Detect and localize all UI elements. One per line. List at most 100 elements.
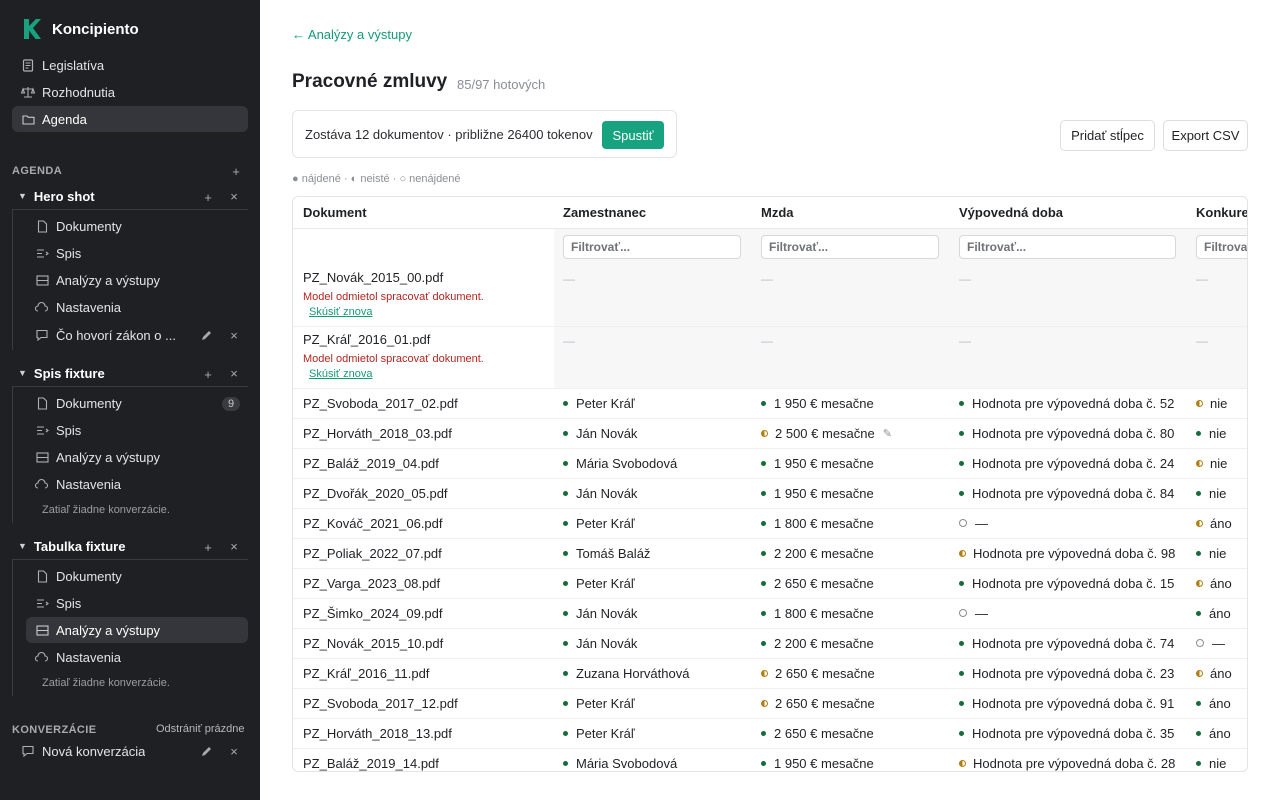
non-compete-cell[interactable]: nie xyxy=(1196,478,1226,508)
wage-cell[interactable]: 2 650 € mesačne xyxy=(761,688,875,718)
non-compete-cell[interactable]: nie xyxy=(1196,418,1226,448)
column-header-vypovedna-doba[interactable]: Výpovedná doba xyxy=(959,197,1063,228)
group-item-dokumenty[interactable]: Dokumenty xyxy=(26,390,248,416)
add-button[interactable]: + xyxy=(201,540,215,555)
nav-agenda[interactable]: Agenda xyxy=(12,106,248,132)
nav-legislativa[interactable]: Legislatíva xyxy=(12,52,248,78)
non-compete-cell[interactable]: nie xyxy=(1196,448,1227,478)
employee-cell[interactable]: Peter Kráľ xyxy=(563,388,635,418)
document-name[interactable]: PZ_Kráľ_2016_11.pdf xyxy=(303,658,429,688)
wage-cell[interactable]: 2 200 € mesačne xyxy=(761,538,874,568)
close-button[interactable]: × xyxy=(227,539,241,554)
group-item-nastavenia[interactable]: Nastavenia xyxy=(26,471,248,497)
remove-empty-button[interactable]: Odstrániť prázdne xyxy=(156,723,245,735)
document-name[interactable]: PZ_Horváth_2018_03.pdf xyxy=(303,418,452,448)
non-compete-cell[interactable]: — xyxy=(1196,628,1225,658)
column-header-mzda[interactable]: Mzda xyxy=(761,197,794,228)
retry-link[interactable]: Skúsiť znova xyxy=(309,368,372,380)
employee-cell[interactable]: Ján Novák xyxy=(563,628,637,658)
non-compete-cell[interactable]: nie xyxy=(1196,388,1227,418)
group-item-spis[interactable]: Spis xyxy=(26,240,248,266)
non-compete-cell[interactable]: áno xyxy=(1196,718,1231,748)
document-name[interactable]: PZ_Kráľ_2016_01.pdf xyxy=(303,332,430,347)
back-link[interactable]: ← Analýzy a výstupy xyxy=(292,27,412,42)
document-name[interactable]: PZ_Baláž_2019_04.pdf xyxy=(303,448,439,478)
add-button[interactable]: + xyxy=(201,190,215,205)
group-item-nastavenia[interactable]: Nastavenia xyxy=(26,644,248,670)
column-header-dokument[interactable]: Dokument xyxy=(303,197,367,228)
notice-period-cell[interactable]: Hodnota pre výpovedná doba č. 24 xyxy=(959,448,1174,478)
run-button[interactable]: Spustiť xyxy=(602,121,664,149)
close-button[interactable]: × xyxy=(227,744,241,759)
group-item-analyzy[interactable]: Analýzy a výstupy xyxy=(26,617,248,643)
notice-period-cell[interactable]: Hodnota pre výpovedná doba č. 91 xyxy=(959,688,1174,718)
document-name[interactable]: PZ_Novák_2015_10.pdf xyxy=(303,628,443,658)
group-hero-shot[interactable]: ▼ Hero shot xyxy=(18,186,95,206)
wage-cell[interactable]: 1 950 € mesačne xyxy=(761,448,874,478)
group-item-dokumenty[interactable]: Dokumenty xyxy=(26,563,248,589)
wage-cell[interactable]: 1 800 € mesačne xyxy=(761,598,874,628)
group-item-analyzy[interactable]: Analýzy a výstupy xyxy=(26,444,248,470)
add-agenda-button[interactable]: + xyxy=(229,164,243,179)
wage-cell[interactable]: 2 200 € mesačne xyxy=(761,628,874,658)
notice-period-cell[interactable]: Hodnota pre výpovedná doba č. 74 xyxy=(959,628,1174,658)
wage-cell[interactable]: 1 800 € mesačne xyxy=(761,508,874,538)
filter-input-zamestnanec[interactable]: Filtrovať... xyxy=(563,235,741,259)
filter-input-mzda[interactable]: Filtrovať... xyxy=(761,235,939,259)
document-name[interactable]: PZ_Svoboda_2017_12.pdf xyxy=(303,688,458,718)
wage-cell[interactable]: 2 650 € mesačne xyxy=(761,658,875,688)
document-name[interactable]: PZ_Horváth_2018_13.pdf xyxy=(303,718,452,748)
group-item-spis[interactable]: Spis xyxy=(26,417,248,443)
notice-period-cell[interactable]: Hodnota pre výpovedná doba č. 80 xyxy=(959,418,1174,448)
wage-cell[interactable]: 1 950 € mesačne xyxy=(761,748,874,771)
notice-period-cell[interactable]: Hodnota pre výpovedná doba č. 28 xyxy=(959,748,1175,771)
document-name[interactable]: PZ_Svoboda_2017_02.pdf xyxy=(303,388,458,418)
add-column-button[interactable]: Pridať stĺpec xyxy=(1060,120,1155,151)
brand[interactable]: Koncipiento xyxy=(22,17,139,41)
close-button[interactable]: × xyxy=(227,366,241,381)
wage-cell[interactable]: 1 950 € mesačne xyxy=(761,478,874,508)
employee-cell[interactable]: Zuzana Horváthová xyxy=(563,658,689,688)
new-conversation-item[interactable]: Nová konverzácia xyxy=(12,738,192,764)
retry-link[interactable]: Skúsiť znova xyxy=(309,306,372,318)
add-button[interactable]: + xyxy=(201,367,215,382)
notice-period-cell[interactable]: Hodnota pre výpovedná doba č. 84 xyxy=(959,478,1174,508)
group-item-spis[interactable]: Spis xyxy=(26,590,248,616)
employee-cell[interactable]: Peter Kráľ xyxy=(563,568,635,598)
notice-period-cell[interactable]: Hodnota pre výpovedná doba č. 98 xyxy=(959,538,1175,568)
conversation-item[interactable]: Čo hovorí zákon o ... xyxy=(26,322,186,348)
non-compete-cell[interactable]: nie xyxy=(1196,748,1226,771)
close-button[interactable]: × xyxy=(227,189,241,204)
non-compete-cell[interactable]: nie xyxy=(1196,538,1226,568)
group-item-analyzy[interactable]: Analýzy a výstupy xyxy=(26,267,248,293)
notice-period-cell[interactable]: Hodnota pre výpovedná doba č. 23 xyxy=(959,658,1174,688)
employee-cell[interactable]: Peter Kráľ xyxy=(563,688,635,718)
wage-cell[interactable]: 2 500 € mesačne ✎ xyxy=(761,418,892,448)
document-name[interactable]: PZ_Šimko_2024_09.pdf xyxy=(303,598,442,628)
document-name[interactable]: PZ_Dvořák_2020_05.pdf xyxy=(303,478,448,508)
employee-cell[interactable]: Tomáš Baláž xyxy=(563,538,650,568)
document-name[interactable]: PZ_Kováč_2021_06.pdf xyxy=(303,508,443,538)
non-compete-cell[interactable]: áno xyxy=(1196,508,1232,538)
pencil-icon[interactable] xyxy=(199,744,213,758)
notice-period-cell[interactable]: — xyxy=(959,508,988,538)
notice-period-cell[interactable]: Hodnota pre výpovedná doba č. 52 xyxy=(959,388,1174,418)
edit-pencil-icon[interactable]: ✎ xyxy=(883,427,892,440)
non-compete-cell[interactable]: áno xyxy=(1196,568,1232,598)
non-compete-cell[interactable]: áno xyxy=(1196,688,1231,718)
document-name[interactable]: PZ_Varga_2023_08.pdf xyxy=(303,568,440,598)
employee-cell[interactable]: Mária Svobodová xyxy=(563,448,677,478)
employee-cell[interactable]: Peter Kráľ xyxy=(563,718,635,748)
group-item-nastavenia[interactable]: Nastavenia xyxy=(26,294,248,320)
notice-period-cell[interactable]: Hodnota pre výpovedná doba č. 35 xyxy=(959,718,1174,748)
close-button[interactable]: × xyxy=(227,328,241,343)
document-name[interactable]: PZ_Novák_2015_00.pdf xyxy=(303,270,443,285)
export-csv-button[interactable]: Export CSV xyxy=(1163,120,1248,151)
employee-cell[interactable]: Ján Novák xyxy=(563,478,637,508)
employee-cell[interactable]: Ján Novák xyxy=(563,598,637,628)
document-name[interactable]: PZ_Baláž_2019_14.pdf xyxy=(303,748,439,771)
notice-period-cell[interactable]: — xyxy=(959,598,988,628)
non-compete-cell[interactable]: áno xyxy=(1196,658,1232,688)
group-spis-fixture[interactable]: ▼ Spis fixture xyxy=(18,363,105,383)
nav-rozhodnutia[interactable]: Rozhodnutia xyxy=(12,79,248,105)
